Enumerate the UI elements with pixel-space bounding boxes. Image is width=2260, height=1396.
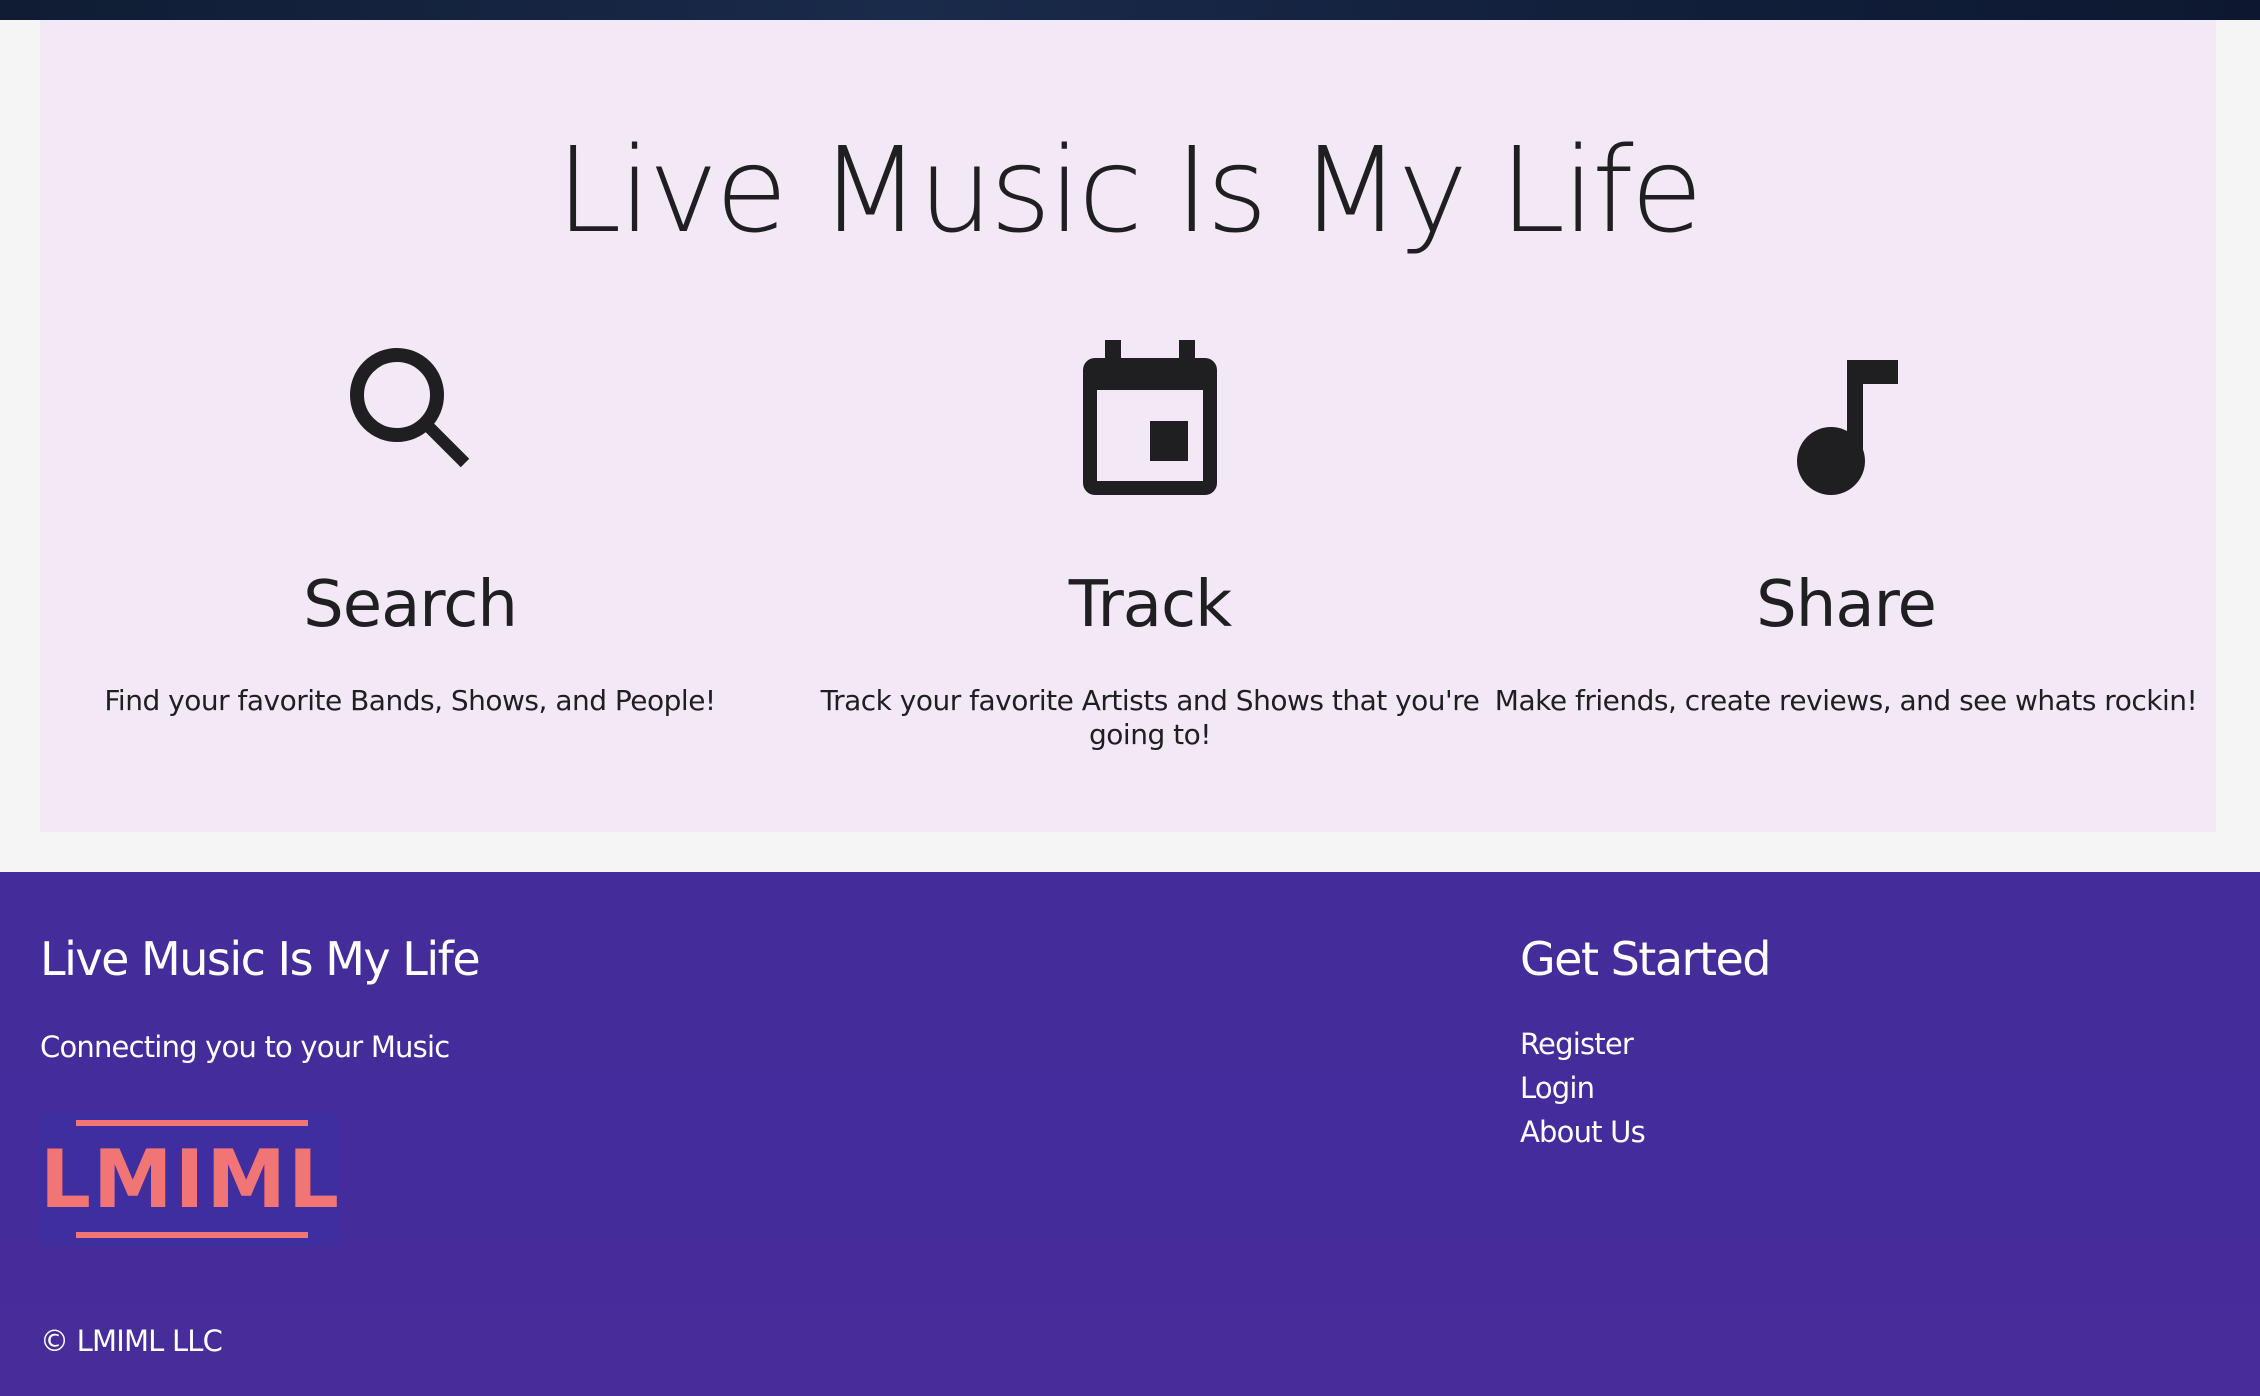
feature-share: Share Make friends, create reviews, and … bbox=[1476, 330, 2216, 718]
feature-desc-track: Track your favorite Artists and Shows th… bbox=[820, 684, 1480, 751]
logo-text: LMIML bbox=[40, 1133, 341, 1226]
feature-track: Track Track your favorite Artists and Sh… bbox=[780, 330, 1520, 752]
register-link[interactable]: Register bbox=[1520, 1027, 1634, 1061]
about-us-link[interactable]: About Us bbox=[1520, 1115, 1646, 1149]
lmiml-logo: LMIML bbox=[40, 1112, 340, 1246]
hero-section: Live Music Is My Life Search Find your f… bbox=[40, 20, 2216, 832]
search-icon bbox=[350, 348, 470, 468]
login-link[interactable]: Login bbox=[1520, 1071, 1595, 1105]
feature-search: Search Find your favorite Bands, Shows, … bbox=[40, 330, 780, 718]
footer-link-item: Register bbox=[1520, 1022, 1645, 1066]
calendar-icon bbox=[1083, 340, 1217, 495]
feature-title-share: Share bbox=[1756, 568, 1937, 642]
music-note-icon bbox=[1797, 360, 1898, 495]
get-started-heading: Get Started bbox=[1520, 932, 1771, 986]
feature-desc-search: Find your favorite Bands, Shows, and Peo… bbox=[104, 684, 716, 718]
logo-top-bar bbox=[76, 1120, 308, 1126]
feature-title-search: Search bbox=[303, 568, 518, 642]
feature-title-track: Track bbox=[1068, 568, 1232, 642]
hero-title: Live Music Is My Life bbox=[555, 121, 1703, 259]
footer-tagline: Connecting you to your Music bbox=[40, 1030, 450, 1064]
copyright-text: © LMIML LLC bbox=[40, 1324, 223, 1358]
footer-links: Register Login About Us bbox=[1520, 1022, 1646, 1154]
footer-brand-title: Live Music Is My Life bbox=[40, 932, 481, 986]
footer-link-item: About Us bbox=[1520, 1110, 1646, 1154]
feature-desc-share: Make friends, create reviews, and see wh… bbox=[1494, 684, 2198, 718]
header-banner-strip bbox=[0, 0, 2260, 20]
footer-link-item: Login bbox=[1520, 1066, 1645, 1110]
logo-bottom-bar bbox=[76, 1232, 308, 1238]
site-footer: Live Music Is My Life Connecting you to … bbox=[0, 872, 2260, 1396]
